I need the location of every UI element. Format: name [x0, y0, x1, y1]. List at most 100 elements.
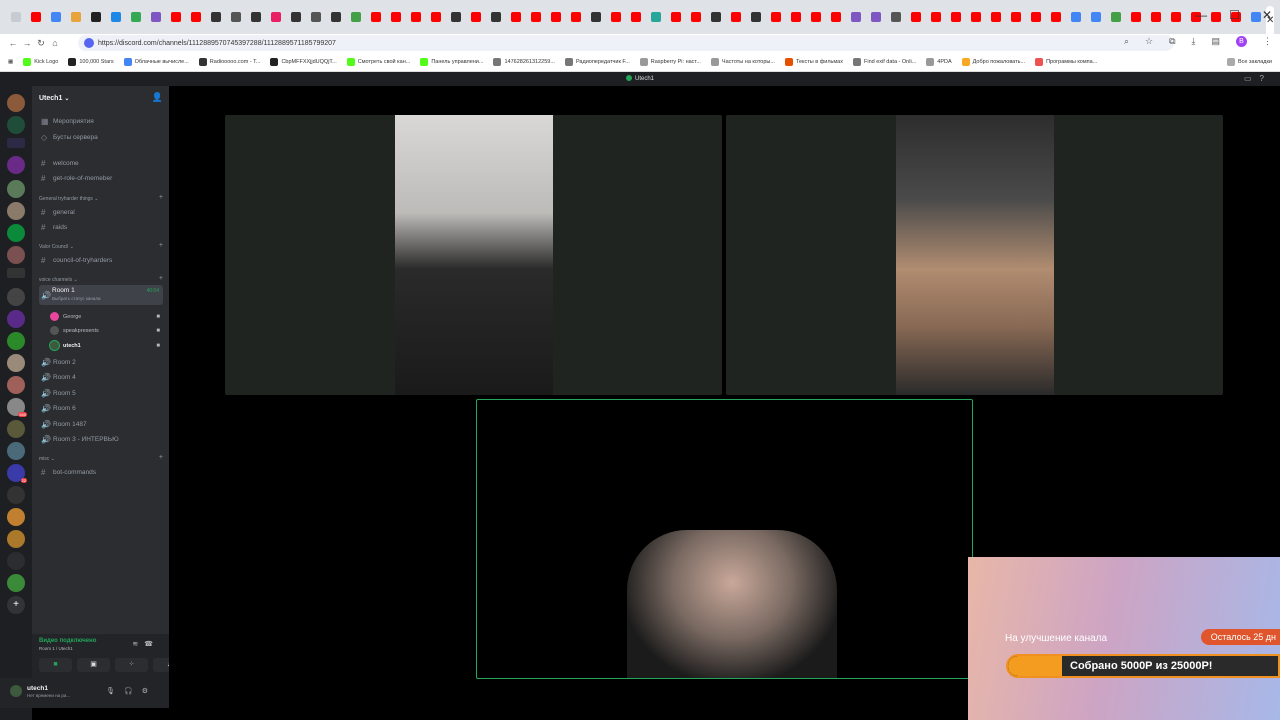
tab-favicon-google[interactable] — [1091, 12, 1101, 22]
video-tile-utech1[interactable] — [476, 399, 973, 679]
add-channel-icon[interactable]: + — [159, 275, 163, 282]
tab-favicon[interactable] — [611, 12, 621, 22]
voice-channel-room-5[interactable]: 🔊 Room 5 — [39, 386, 163, 400]
tab-favicon[interactable] — [291, 12, 301, 22]
channel-raids[interactable]: # raids — [39, 220, 163, 234]
tab-favicon[interactable] — [1011, 12, 1021, 22]
bookmark[interactable]: Raspberry Pi: наст... — [639, 57, 701, 66]
tab-favicon[interactable] — [1051, 12, 1061, 22]
tab-favicon[interactable] — [111, 12, 121, 22]
tab-favicon-youtube[interactable] — [31, 12, 41, 22]
voice-channel-room-6[interactable]: 🔊 Room 6 — [39, 401, 163, 415]
tab-favicon[interactable] — [71, 12, 81, 22]
bookmark[interactable]: Find exif data - Onli... — [852, 57, 916, 66]
zoom-icon[interactable]: ⌕ — [1124, 36, 1129, 47]
tab-favicon[interactable] — [651, 12, 661, 22]
voice-channel-room-1[interactable]: 🔊 Room 1 Выбрать статус канала 40:04 — [39, 285, 163, 305]
tab-favicon[interactable] — [171, 12, 181, 22]
headphones-icon[interactable]: 🎧 — [124, 688, 142, 695]
server-icon[interactable] — [7, 94, 25, 112]
tab-favicon[interactable] — [971, 12, 981, 22]
video-tile-speakpresents[interactable] — [726, 115, 1223, 395]
server-icon[interactable] — [7, 156, 25, 174]
channel-status[interactable]: Выбрать статус канала — [52, 296, 101, 301]
voice-member-george[interactable]: George ■ — [50, 312, 160, 321]
tab-favicon[interactable] — [691, 12, 701, 22]
tab-favicon-docs[interactable] — [51, 12, 61, 22]
tab-favicon[interactable] — [411, 12, 421, 22]
tab-favicon[interactable] — [571, 12, 581, 22]
voice-member-utech1[interactable]: utech1 ■ — [50, 341, 160, 350]
mic-icon[interactable]: 🎙 — [106, 688, 124, 695]
tab-favicon[interactable] — [471, 12, 481, 22]
server-icon[interactable] — [7, 354, 25, 372]
tab-favicon[interactable] — [711, 12, 721, 22]
minimize-icon[interactable]: — — [1195, 8, 1207, 22]
server-icon[interactable] — [7, 138, 25, 148]
add-server-icon[interactable]: + — [7, 596, 25, 614]
add-channel-icon[interactable]: + — [159, 242, 163, 249]
server-icon[interactable] — [7, 332, 25, 350]
tab-favicon[interactable] — [871, 12, 881, 22]
tab-favicon[interactable] — [391, 12, 401, 22]
tab-favicon[interactable] — [731, 12, 741, 22]
category-general[interactable]: General tryharder things ⌄ + — [39, 194, 163, 202]
inbox-icon[interactable]: ▭ — [1244, 74, 1260, 83]
maximize-icon[interactable]: ☐ — [1229, 8, 1240, 22]
tab-favicon[interactable] — [791, 12, 801, 22]
tab-favicon[interactable] — [331, 12, 341, 22]
server-icon[interactable] — [7, 268, 25, 278]
tab-favicon[interactable] — [531, 12, 541, 22]
tab-favicon[interactable] — [851, 12, 861, 22]
sidebar-icon[interactable]: ▤ — [1211, 36, 1220, 47]
profile-avatar[interactable]: B — [1236, 36, 1247, 47]
tab-favicon[interactable] — [931, 12, 941, 22]
tab-favicon[interactable] — [511, 12, 521, 22]
server-icon[interactable] — [7, 420, 25, 438]
tab-favicon[interactable] — [211, 12, 221, 22]
menu-icon[interactable]: ⋮ — [1263, 36, 1272, 47]
tab-favicon[interactable] — [251, 12, 261, 22]
bookmark[interactable]: 4PDA — [926, 57, 952, 66]
server-icon[interactable]: 540 — [7, 398, 27, 417]
tab-favicon[interactable] — [271, 12, 281, 22]
category-voice[interactable]: voice channels ⌄ + — [39, 275, 163, 283]
server-icon[interactable] — [7, 486, 25, 504]
tab-favicon[interactable] — [1131, 12, 1141, 22]
tab-favicon[interactable] — [191, 12, 201, 22]
category-valor[interactable]: Valor Council ⌄ + — [39, 242, 163, 250]
tab-favicon[interactable] — [451, 12, 461, 22]
server-icon[interactable] — [7, 310, 25, 328]
tab-favicon[interactable] — [751, 12, 761, 22]
bookmark-star-icon[interactable]: ☆ — [1145, 36, 1153, 47]
apps-icon[interactable]: ▦ — [8, 59, 13, 65]
server-header[interactable]: Utech1 ⌄ 👤 — [32, 86, 169, 110]
voice-channel-room-1487[interactable]: 🔊 Room 1487 — [39, 417, 163, 431]
add-channel-icon[interactable]: + — [159, 194, 163, 201]
user-name[interactable]: utech1 — [27, 685, 48, 692]
bookmark[interactable]: Смотреть свой кан... — [346, 57, 410, 66]
voice-channel-room-4[interactable]: 🔊 Room 4 — [39, 370, 163, 384]
server-icon[interactable] — [7, 224, 25, 242]
bookmark[interactable]: Kick Logo — [23, 57, 58, 66]
help-icon[interactable]: ? — [1260, 74, 1272, 83]
server-icon[interactable] — [7, 246, 25, 264]
forward-icon[interactable]: → — [20, 38, 34, 48]
gear-icon[interactable]: ⚙ — [142, 688, 157, 695]
activities-button[interactable]: ⁘ — [115, 658, 148, 672]
bookmark[interactable]: 147628261312259... — [493, 57, 555, 66]
download-icon[interactable]: ⤓ — [1192, 36, 1196, 47]
tab-favicon[interactable] — [811, 12, 821, 22]
address-bar[interactable]: https://discord.com/channels/11128895707… — [78, 35, 1174, 51]
bookmark[interactable]: Панель управлени... — [420, 57, 483, 66]
voice-channel-room-3[interactable]: 🔊 Room 3 - ИНТЕРВЬЮ — [39, 432, 163, 446]
server-icon[interactable] — [7, 116, 25, 134]
voice-channel-room-2[interactable]: 🔊 Room 2 — [39, 355, 163, 369]
tab-favicon[interactable] — [351, 12, 361, 22]
tab-list-icon[interactable] — [11, 12, 21, 22]
bookmark[interactable]: Программы компа... — [1035, 57, 1097, 66]
disconnect-icon[interactable]: ☎ — [144, 641, 159, 648]
server-icon[interactable] — [7, 202, 25, 220]
server-icon[interactable] — [7, 376, 25, 394]
voice-member-speakpresents[interactable]: speakpresents ■ — [50, 326, 160, 335]
